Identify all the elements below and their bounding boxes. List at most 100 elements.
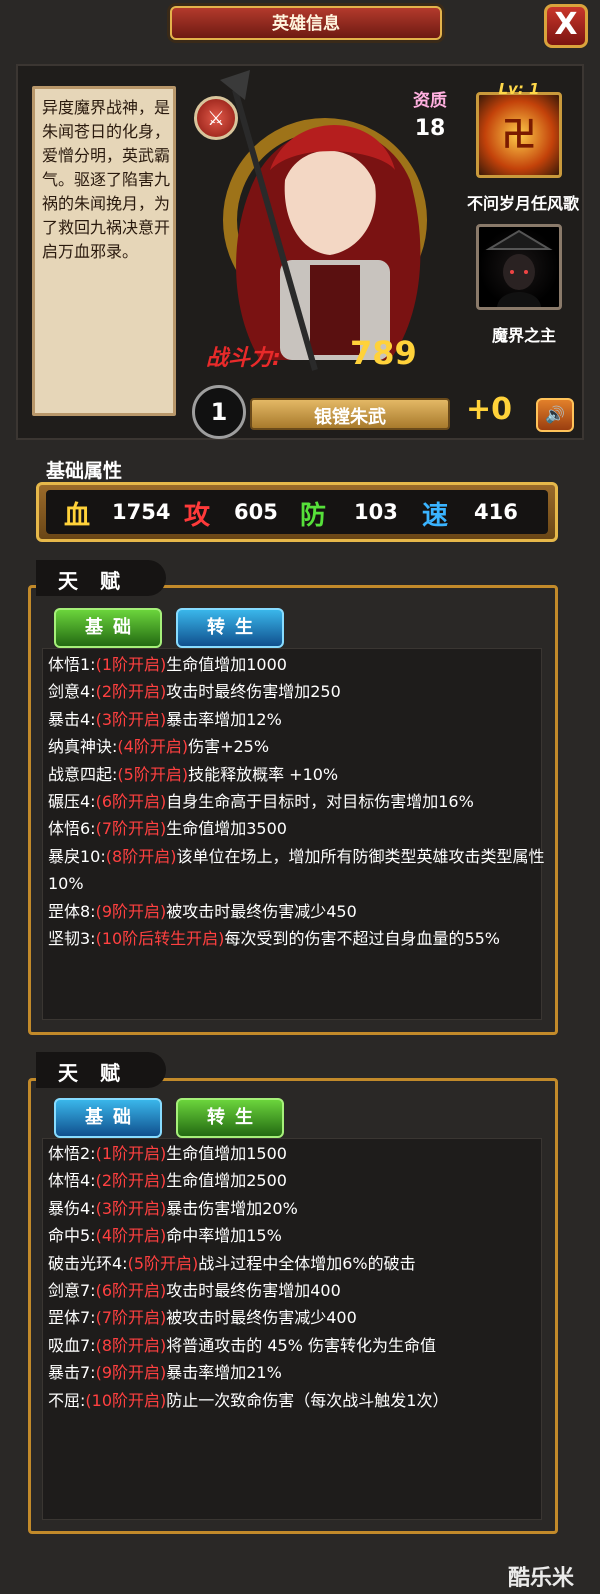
- talent-effect: 防止一次致命伤害（每次战斗触发1次）: [166, 1390, 449, 1410]
- talent-line: 破击光环4:(5阶开启)战斗过程中全体增加6%的破击: [48, 1250, 548, 1277]
- talent-line: 剑意4:(2阶开启)攻击时最终伤害增加250: [48, 678, 548, 705]
- talent-line: 吸血7:(8阶开启)将普通攻击的 45% 伤害转化为生命值: [48, 1332, 548, 1359]
- talent-unlock-level: (2阶开启): [95, 1171, 167, 1191]
- talent-effect: 技能释放概率 +10%: [188, 764, 339, 784]
- weapon-type-icon: ⚔: [194, 96, 238, 140]
- aptitude-label: 资质: [413, 91, 447, 111]
- talent-unlock-level: (10阶后转生开启): [95, 929, 225, 949]
- talent-effect: 每次受到的伤害不超过自身血量的55%: [224, 929, 501, 949]
- talent-name: 暴击4:: [48, 709, 96, 729]
- talent-name: 暴击7:: [48, 1363, 96, 1383]
- attributes-title: 基础属性: [46, 460, 123, 482]
- hooded-figure-icon[interactable]: [476, 224, 562, 310]
- talent-title-2: 天赋: [58, 1061, 142, 1085]
- aptitude-value: 18: [414, 116, 446, 141]
- def-value: 103: [354, 500, 398, 524]
- talent-line: 剑意7:(6阶开启)攻击时最终伤害增加400: [48, 1277, 548, 1304]
- talent-effect: 生命值增加1500: [166, 1144, 287, 1163]
- talent-line: 纳真神诀:(4阶开启)伤害+25%: [48, 733, 548, 760]
- talent-effect: 伤害+25%: [188, 737, 270, 757]
- talent-name: 碾压4:: [48, 792, 96, 812]
- talent-unlock-level: (2阶开启): [95, 682, 167, 702]
- talent-name: 坚韧3:: [48, 929, 96, 949]
- talent-effect: 生命值增加1000: [166, 655, 287, 674]
- talent-line: 碾压4:(6阶开启)自身生命高于目标时，对目标伤害增加16%: [48, 788, 548, 815]
- hero-name: 银镗朱武: [314, 407, 386, 428]
- talent-line: 暴击7:(9阶开启)暴击率增加21%: [48, 1359, 548, 1386]
- tab-basic-1[interactable]: 基础: [54, 608, 162, 648]
- talent-name: 罡体8:: [48, 901, 96, 921]
- star-level: 1: [192, 385, 246, 439]
- talent-effect: 攻击时最终伤害增加250: [166, 682, 341, 702]
- talent-unlock-level: (8阶开启): [95, 1335, 167, 1355]
- talent-name: 体悟6:: [48, 819, 96, 839]
- talent-unlock-level: (1阶开启): [95, 655, 167, 674]
- talent-name: 体悟4:: [48, 1171, 96, 1191]
- talent-effect: 攻击时最终伤害增加400: [166, 1281, 341, 1301]
- talent-name: 体悟2:: [48, 1144, 96, 1163]
- talent-name: 罡体7:: [48, 1308, 96, 1328]
- talent-effect: 生命值增加2500: [166, 1171, 287, 1191]
- fire-seal-icon[interactable]: 卍: [476, 92, 562, 178]
- talent-unlock-level: (1阶开启): [95, 1144, 167, 1163]
- talent-unlock-level: (10阶开启): [85, 1390, 167, 1410]
- talent-line: 不屈:(10阶开启)防止一次致命伤害（每次战斗触发1次）: [48, 1387, 548, 1414]
- tab-rebirth-1[interactable]: 转生: [176, 608, 284, 648]
- talent-effect: 生命值增加3500: [166, 819, 287, 839]
- enhance-level: +0: [466, 392, 513, 427]
- talent-line: 体悟4:(2阶开启)生命值增加2500: [48, 1167, 548, 1194]
- talent-unlock-level: (6阶开启): [95, 1281, 167, 1301]
- talent-unlock-level: (5阶开启): [117, 764, 189, 784]
- talent-unlock-level: (3阶开启): [95, 709, 167, 729]
- spd-label: 速: [422, 501, 449, 531]
- talent-effect: 被攻击时最终伤害减少450: [166, 901, 357, 921]
- talent-line: 暴伤4:(3阶开启)暴击伤害增加20%: [48, 1195, 548, 1222]
- hero-description: 异度魔界战神，是朱闻苍日的化身，爱憎分明，英武霸气。驱逐了陷害九祸的朱闻挽月，为…: [42, 98, 171, 261]
- talent-unlock-level: (9阶开启): [95, 901, 167, 921]
- talent-name: 破击光环4:: [48, 1253, 128, 1273]
- close-button[interactable]: X: [544, 4, 588, 48]
- talent-line: 命中5:(4阶开启)命中率增加15%: [48, 1222, 548, 1249]
- talent-name: 命中5:: [48, 1226, 96, 1246]
- talent-unlock-level: (5阶开启): [127, 1253, 199, 1273]
- talent-line: 战意四起:(5阶开启)技能释放概率 +10%: [48, 761, 548, 788]
- skill-level-label: Lv: 1: [498, 80, 540, 98]
- talent-unlock-level: (7阶开启): [95, 1308, 167, 1328]
- talent-line: 罡体8:(9阶开启)被攻击时最终伤害减少450: [48, 898, 548, 925]
- talent-effect: 自身生命高于目标时，对目标伤害增加16%: [166, 792, 474, 812]
- hp-label: 血: [64, 501, 91, 531]
- skill-name-2: 魔界之主: [491, 326, 556, 345]
- watermark: 酷乐米: [508, 1566, 575, 1591]
- tab-basic-2[interactable]: 基础: [54, 1098, 162, 1138]
- talent-line: 坚韧3:(10阶后转生开启)每次受到的伤害不超过自身血量的55%: [48, 925, 548, 952]
- talent-unlock-level: (7阶开启): [95, 819, 167, 839]
- talent-effect: 暴击率增加12%: [166, 709, 282, 729]
- talent-line: 体悟2:(1阶开启)生命值增加1500: [48, 1140, 548, 1167]
- talent-name: 剑意7:: [48, 1281, 96, 1301]
- talent-name: 战意四起:: [48, 764, 118, 784]
- def-label: 防: [300, 501, 327, 531]
- talent-line: 罡体7:(7阶开启)被攻击时最终伤害减少400: [48, 1304, 548, 1331]
- talent-list-1: 体悟1:(1阶开启)生命值增加1000 剑意4:(2阶开启)攻击时最终伤害增加25…: [48, 651, 548, 952]
- window-title: 英雄信息: [272, 14, 340, 34]
- talent-line: 体悟1:(1阶开启)生命值增加1000: [48, 651, 548, 678]
- talent-unlock-level: (4阶开启): [95, 1226, 167, 1246]
- talent-title-1: 天赋: [58, 569, 142, 593]
- tab-rebirth-2[interactable]: 转生: [176, 1098, 284, 1138]
- talent-name: 吸血7:: [48, 1335, 96, 1355]
- talent-name: 纳真神诀:: [48, 737, 118, 757]
- talent-unlock-level: (9阶开启): [95, 1363, 167, 1383]
- atk-label: 攻: [184, 501, 211, 531]
- talent-effect: 战斗过程中全体增加6%的破击: [198, 1253, 416, 1273]
- talent-list-2: 体悟2:(1阶开启)生命值增加1500 体悟4:(2阶开启)生命值增加2500 暴伤…: [48, 1140, 548, 1414]
- talent-unlock-level: (6阶开启): [95, 792, 167, 812]
- talent-effect: 将普通攻击的 45% 伤害转化为生命值: [166, 1335, 436, 1355]
- talent-unlock-level: (8阶开启): [105, 846, 177, 866]
- speaker-icon[interactable]: 🔊: [536, 398, 574, 432]
- talent-effect: 暴击率增加21%: [166, 1363, 282, 1383]
- talent-unlock-level: (4阶开启): [117, 737, 189, 757]
- power-value: 789: [350, 334, 417, 372]
- talent-name: 暴戾10:: [48, 846, 106, 866]
- talent-name: 暴伤4:: [48, 1198, 96, 1218]
- skill-name-1: 不问岁月任风歌: [466, 194, 579, 213]
